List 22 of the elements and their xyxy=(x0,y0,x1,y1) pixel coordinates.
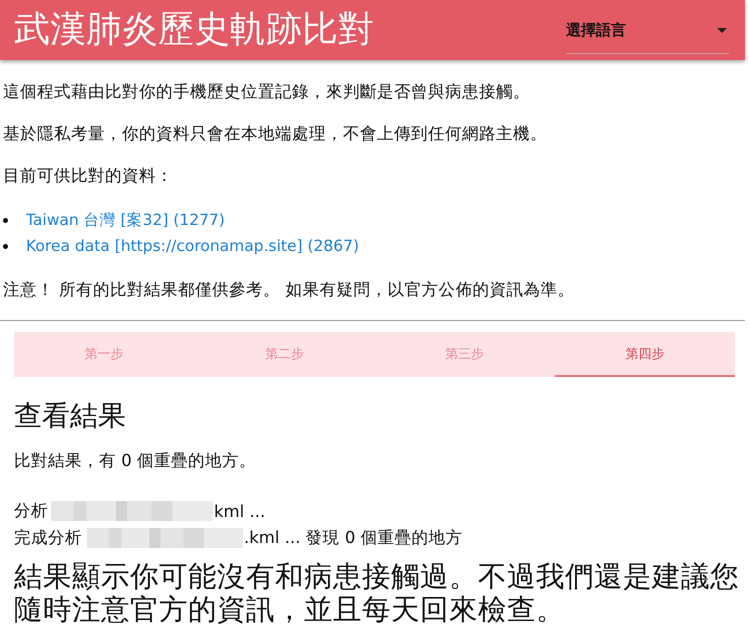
bullet-icon xyxy=(3,244,8,248)
dropdown-caret-icon xyxy=(717,28,727,33)
log-text: .kml ... 發現 0 個重疊的地方 xyxy=(244,527,463,549)
log-text: 分析 xyxy=(14,500,48,522)
step-tab[interactable]: 第一步 xyxy=(14,332,194,377)
log-text: 完成分析 xyxy=(14,527,82,549)
dataset-link[interactable]: Korea data [https://coronamap.site] (2867) xyxy=(26,235,360,257)
log-text: kml ... xyxy=(214,502,266,520)
bullet-icon xyxy=(3,218,8,222)
intro-text: 基於隱私考量，你的資料只會在本地端處理，不會上傳到任何網路主機。 xyxy=(3,123,548,145)
step-tab[interactable]: 第三步 xyxy=(374,332,555,377)
language-select[interactable]: 選擇語言 xyxy=(566,14,729,54)
intro-text: 這個程式藉由比對你的手機歷史位置記錄，來判斷是否曾與病患接觸。 xyxy=(3,81,531,103)
dataset-link[interactable]: Taiwan 台灣 [案32] (1277) xyxy=(26,209,225,231)
notice-text: 注意！ 所有的比對結果都僅供參考。 如果有疑問，以官方公佈的資訊為準。 xyxy=(3,279,576,301)
result-summary: 比對結果，有 0 個重疊的地方。 xyxy=(14,451,257,471)
step-tab[interactable]: 第四步 xyxy=(554,332,735,377)
step-tab[interactable]: 第二步 xyxy=(194,332,374,377)
result-heading: 查看結果 xyxy=(14,400,127,432)
conclusion-text: 結果顯示你可能沒有和病患接觸過。不過我們還是建議您隨時注意官方的資訊，並且每天回來檢查。 xyxy=(14,560,740,626)
app-title: 武漢肺炎歷史軌跡比對 xyxy=(14,8,374,52)
intro-text: 目前可供比對的資料： xyxy=(3,165,174,187)
